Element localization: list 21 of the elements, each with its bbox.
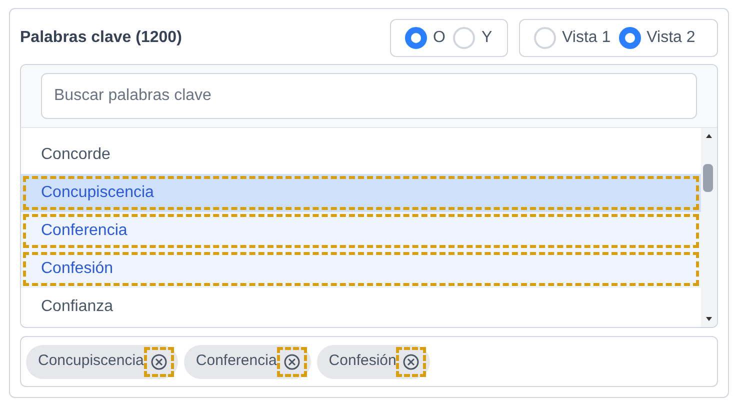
radio-button[interactable] [405,27,427,49]
chip-label: Concupiscencia [38,351,144,372]
radio-label[interactable]: Vista 1 [562,26,611,50]
scroll-up-icon[interactable] [705,133,713,139]
keyword-item[interactable]: Conferencia [21,212,701,250]
radio-label[interactable]: Y [481,26,492,50]
search-field[interactable]: Buscar palabras clave [41,73,697,119]
panel-title: Palabras clave (1200) [20,28,182,48]
remove-icon[interactable] [276,346,307,376]
scroll-down-icon[interactable] [705,316,713,322]
keyword-item[interactable]: Confesión [21,250,701,288]
scroll-thumb[interactable] [703,164,713,192]
chip-label: Confesión [328,351,396,372]
chip-label: Conferencia [196,351,277,372]
radio-label[interactable]: Vista 2 [646,26,696,50]
remove-icon[interactable] [144,346,174,376]
remove-icon[interactable] [396,346,426,376]
scrollbar[interactable] [701,128,717,327]
radio-label[interactable]: O [433,26,446,50]
radio-button[interactable] [618,27,641,49]
keyword-item[interactable]: Concupiscencia [21,174,701,212]
